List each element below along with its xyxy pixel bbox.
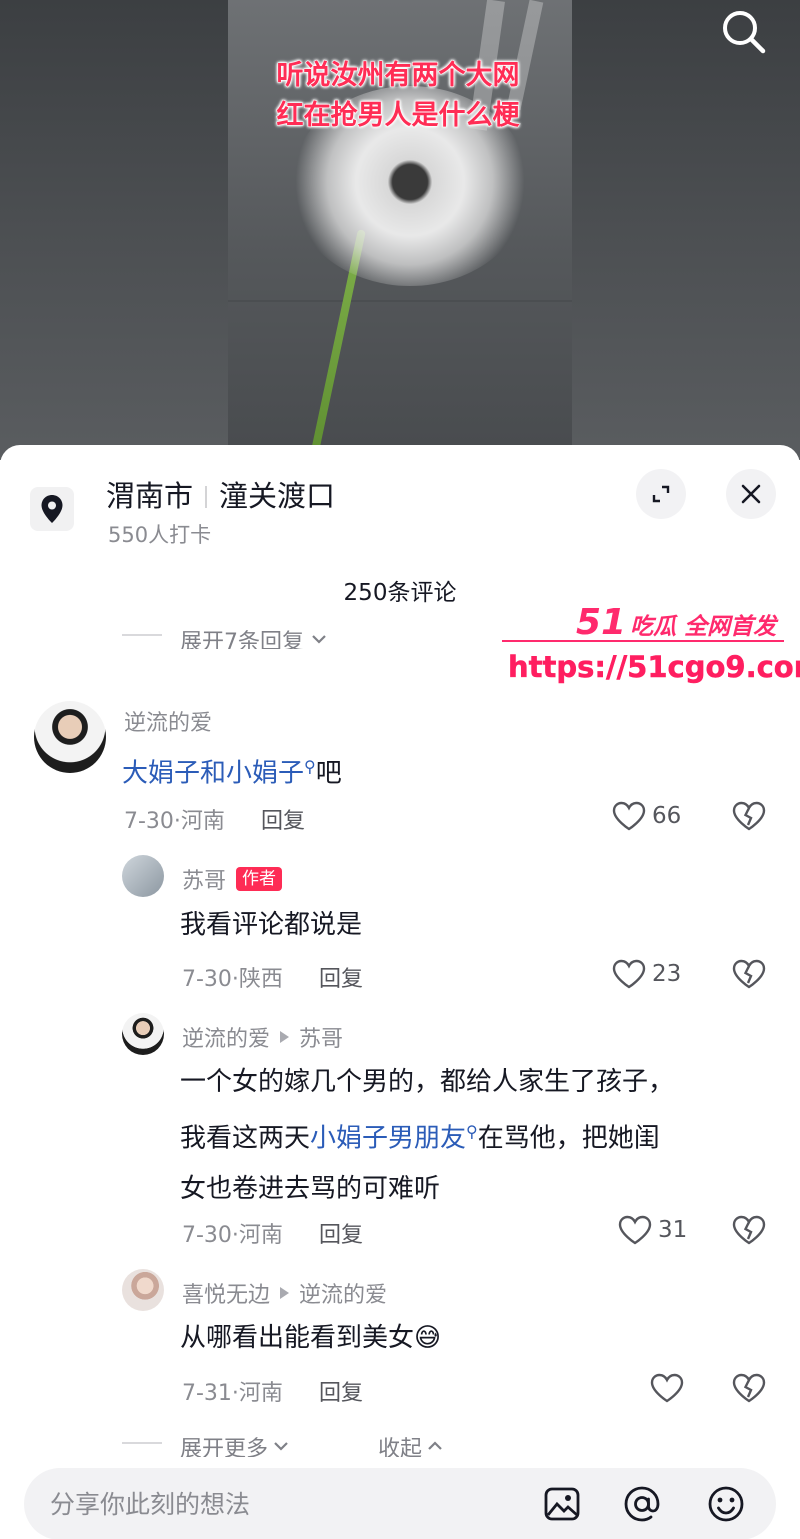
chevron-up-icon	[428, 1441, 442, 1450]
avatar[interactable]	[122, 1013, 164, 1055]
search-keyword-link[interactable]: 大娟子和小娟子	[122, 759, 304, 789]
divider-dash	[122, 1442, 162, 1444]
close-button[interactable]	[726, 469, 776, 519]
avatar[interactable]	[122, 1269, 164, 1311]
video-caption: 听说汝州有两个大网 红在抢男人是什么梗	[248, 56, 548, 136]
broken-heart-icon	[732, 801, 766, 831]
watermark-line	[502, 640, 784, 642]
expand-button[interactable]	[636, 469, 686, 519]
collapse-link[interactable]: 收起	[378, 1429, 444, 1457]
chevron-down-icon	[312, 635, 326, 644]
location-button[interactable]	[30, 487, 74, 531]
comment-meta: 7-30·河南 回复	[124, 803, 305, 835]
like-button[interactable]: 23	[612, 959, 681, 989]
like-button[interactable]: 31	[618, 1215, 687, 1245]
search-button[interactable]	[718, 6, 770, 58]
search-small-icon: ⚲	[466, 1122, 478, 1141]
dislike-button[interactable]	[732, 801, 766, 835]
caption-line-2: 红在抢男人是什么梗	[276, 100, 520, 132]
expand-icon	[652, 485, 670, 503]
comment-text: 一个女的嫁几个男的，都给人家生了孩子， 我看这两天小娟子男朋友⚲在骂他，把她闺 …	[180, 1067, 675, 1204]
avatar[interactable]	[122, 855, 164, 897]
like-count: 66	[652, 803, 682, 829]
comment-text: 从哪看出能看到美女😅	[180, 1323, 442, 1353]
broken-heart-icon	[732, 1215, 766, 1245]
checkin-count: 550人打卡	[108, 523, 212, 547]
comment-input[interactable]	[50, 1484, 490, 1524]
image-icon	[544, 1487, 580, 1521]
reply-button[interactable]: 回复	[319, 1217, 363, 1249]
comment-text: 我看评论都说是	[180, 910, 363, 940]
emoji-sweat: 😅	[414, 1323, 442, 1353]
reply-arrow-icon	[280, 1031, 290, 1043]
expand-replies-label: 展开7条回复	[180, 630, 304, 649]
broken-heart-icon	[732, 959, 766, 989]
dislike-button[interactable]	[732, 1215, 766, 1249]
collapse-label: 收起	[378, 1437, 423, 1457]
watermark-url: https://51cgo9.com	[508, 650, 800, 685]
caption-line-1: 听说汝州有两个大网	[276, 60, 520, 92]
reply-arrow-icon	[280, 1287, 290, 1299]
search-small-icon: ⚲	[304, 757, 316, 776]
search-icon	[723, 11, 766, 54]
comment-username[interactable]: 逆流的爱 苏哥	[182, 1021, 343, 1053]
emoji-icon	[708, 1486, 744, 1522]
dislike-button[interactable]	[732, 959, 766, 993]
like-button[interactable]	[650, 1373, 690, 1403]
like-button[interactable]: 66	[612, 801, 681, 831]
comment-input-bar	[24, 1468, 776, 1539]
emoji-button[interactable]	[706, 1484, 746, 1524]
comment-username[interactable]: 喜悦无边 逆流的爱	[182, 1277, 387, 1309]
location-place: 潼关渡口	[219, 479, 336, 513]
avatar[interactable]	[34, 701, 106, 773]
broken-heart-icon	[732, 1373, 766, 1403]
comment-meta: 7-30·陕西 回复	[182, 961, 363, 993]
chevron-down-icon	[274, 1442, 288, 1451]
mention-button[interactable]	[622, 1484, 662, 1524]
location-title[interactable]: 渭南市 潼关渡口	[106, 473, 335, 515]
like-count: 23	[652, 961, 682, 987]
heart-icon	[612, 959, 646, 989]
expand-more-label: 展开更多	[180, 1437, 269, 1457]
reply-to-username[interactable]: 逆流的爱	[299, 1277, 387, 1309]
dislike-button[interactable]	[732, 1373, 766, 1407]
comment-username[interactable]: 逆流的爱	[124, 705, 212, 737]
title-divider	[205, 486, 208, 508]
comment-meta: 7-31·河南 回复	[182, 1375, 363, 1407]
at-icon	[624, 1486, 660, 1522]
divider-dash	[122, 634, 162, 636]
location-city: 渭南市	[106, 479, 194, 513]
expand-replies-link[interactable]: 展开7条回复	[122, 621, 328, 649]
comment-meta: 7-30·河南 回复	[182, 1217, 363, 1249]
like-count: 31	[658, 1217, 688, 1243]
heart-icon	[650, 1373, 684, 1403]
reply-button[interactable]: 回复	[319, 1375, 363, 1407]
comment-text: 大娟子和小娟子⚲吧	[122, 757, 342, 789]
expand-more-link[interactable]: 展开更多	[122, 1429, 290, 1457]
watermark: 51 吃瓜 全网首发 https://51cgo9.com	[496, 600, 800, 690]
comment-username[interactable]: 苏哥 作者	[182, 863, 283, 895]
heart-icon	[612, 801, 646, 831]
heart-icon	[618, 1215, 652, 1245]
watermark-brand: 51 吃瓜 全网首发	[576, 602, 777, 643]
image-button[interactable]	[542, 1484, 582, 1524]
location-pin-icon	[41, 495, 63, 523]
reply-button[interactable]: 回复	[261, 803, 305, 835]
search-keyword-link[interactable]: 小娟子男朋友	[310, 1124, 466, 1154]
author-badge: 作者	[236, 867, 283, 891]
close-icon	[741, 484, 761, 504]
reply-to-username[interactable]: 苏哥	[299, 1021, 343, 1053]
video-player[interactable]: 听说汝州有两个大网 红在抢男人是什么梗	[0, 0, 800, 460]
reply-button[interactable]: 回复	[319, 961, 363, 993]
